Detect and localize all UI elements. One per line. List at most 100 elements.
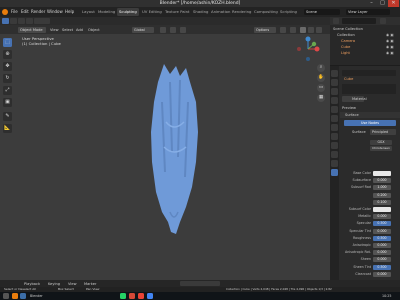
output-tab-icon[interactable] (331, 88, 338, 95)
overlay-icon[interactable] (280, 26, 286, 33)
rotate-tool-icon[interactable]: ↻ (3, 74, 12, 83)
minimize-button[interactable]: – (366, 0, 377, 7)
tab-scripting[interactable]: Scripting (278, 8, 299, 16)
object-tab-icon[interactable] (331, 124, 338, 131)
subsurface-method-selector[interactable]: Christensen (370, 146, 392, 151)
properties-search-input[interactable] (342, 70, 396, 76)
distribution-selector[interactable]: GGX (370, 140, 392, 145)
material-slot-list[interactable] (342, 84, 396, 94)
perspective-icon[interactable]: ▦ (317, 94, 325, 102)
property-value-field[interactable]: 0.000 (373, 214, 391, 220)
mode-selector[interactable]: Object Mode (18, 26, 46, 33)
use-nodes-button[interactable]: Use Nodes (344, 120, 396, 126)
outliner-item-light[interactable]: Light (341, 51, 350, 56)
property-value-field[interactable]: 0.500 (373, 221, 391, 227)
property-value-field[interactable] (373, 207, 391, 212)
property-value-field[interactable]: 0.000 (373, 243, 391, 248)
property-value-field[interactable]: 0.000 (373, 228, 391, 234)
shading-solid-icon[interactable] (300, 26, 306, 33)
close-button[interactable]: ✕ (388, 0, 399, 7)
move-tool-icon[interactable]: ✥ (3, 62, 12, 71)
property-value-field[interactable]: 0.100 (373, 199, 391, 205)
camera-view-icon[interactable]: ▭ (317, 84, 325, 92)
scale-tool-icon[interactable]: ⤢ (3, 86, 12, 95)
outliner-item-cube[interactable]: Cube (341, 45, 350, 50)
modifier-tab-icon[interactable] (331, 133, 338, 140)
menu-add[interactable]: Add (76, 27, 83, 33)
view-layer-tab-icon[interactable] (331, 97, 338, 104)
zoom-icon[interactable]: ⌕ (317, 64, 325, 72)
taskbar-app-label[interactable]: Blender (30, 293, 43, 299)
start-menu-icon[interactable] (3, 293, 9, 299)
tool-tab-icon[interactable] (331, 70, 338, 77)
outliner-item-collection[interactable]: Collection (337, 33, 355, 38)
tab-uv-editing[interactable]: UV Editing (140, 8, 164, 16)
pivot-icon[interactable] (160, 26, 166, 33)
shading-material-icon[interactable] (308, 26, 314, 33)
menu-edit[interactable]: Edit (21, 8, 29, 16)
menu-help[interactable]: Help (65, 8, 74, 16)
tab-animation[interactable]: Animation (209, 8, 232, 16)
tab-layout[interactable]: Layout (80, 8, 97, 16)
whatsapp-icon[interactable] (120, 293, 126, 299)
proportional-edit-icon[interactable] (180, 26, 186, 33)
timeline-playback-menu[interactable]: Playback (24, 281, 40, 287)
maximize-button[interactable]: □ (377, 0, 388, 7)
property-value-field[interactable]: 0.000 (373, 271, 391, 277)
menu-object[interactable]: Object (88, 27, 100, 33)
outliner-item-camera[interactable]: Camera (341, 39, 355, 44)
menu-render[interactable]: Render (31, 8, 45, 16)
visibility-eye-icon[interactable]: ◉ ▣ (386, 39, 394, 44)
select-box-icon[interactable] (10, 18, 17, 24)
timeline-keying-menu[interactable]: Keying (48, 281, 60, 287)
menu-view[interactable]: View (50, 27, 59, 33)
select-extend-icon[interactable] (18, 18, 25, 24)
menu-window[interactable]: Window (47, 8, 63, 16)
tab-texture-paint[interactable]: Texture Paint (163, 8, 192, 16)
tab-compositing[interactable]: Compositing (252, 8, 280, 16)
editor-type-icon[interactable] (2, 18, 9, 24)
material-tab-icon[interactable] (331, 169, 338, 176)
measure-tool-icon[interactable]: 📐 (3, 124, 12, 133)
menu-file[interactable]: File (11, 8, 18, 16)
physics-tab-icon[interactable] (331, 142, 338, 149)
annotate-tool-icon[interactable]: ✎ (3, 112, 12, 121)
property-value-field[interactable]: 1.000 (373, 185, 391, 191)
sculpted-mesh[interactable] (140, 62, 210, 242)
render-tab-icon[interactable] (331, 79, 338, 86)
menu-select[interactable]: Select (62, 27, 73, 33)
property-value-field[interactable]: 0.500 (373, 264, 391, 270)
blender-task-icon[interactable] (12, 293, 18, 299)
property-value-field[interactable]: 0.000 (373, 250, 391, 256)
tab-sculpting[interactable]: Sculpting (117, 8, 139, 16)
tab-modeling[interactable]: Modeling (96, 8, 117, 16)
select-tool-icon[interactable]: ⬚ (3, 38, 12, 47)
visibility-eye-icon[interactable]: ◉ ▣ (386, 45, 394, 50)
scene-selector[interactable]: Scene (304, 9, 340, 15)
transform-tool-icon[interactable]: ▣ (3, 98, 12, 107)
outliner-search-input[interactable] (342, 18, 376, 24)
pan-icon[interactable]: ✋ (317, 74, 325, 82)
blender-logo-icon[interactable] (2, 9, 8, 15)
tab-shading[interactable]: Shading (191, 8, 210, 16)
mail-icon[interactable] (138, 293, 144, 299)
filter-icon[interactable] (380, 18, 386, 24)
preview-panel-header[interactable]: Preview (342, 106, 356, 110)
data-tab-icon[interactable] (331, 160, 338, 167)
chrome-icon[interactable] (129, 293, 135, 299)
visibility-eye-icon[interactable]: ◉ ▣ (386, 51, 394, 56)
surface-shader-selector[interactable]: Principled (370, 129, 396, 135)
playback-controls[interactable] (180, 281, 220, 286)
timeline-view-menu[interactable]: View (68, 281, 77, 287)
property-value-field[interactable]: 0.000 (373, 257, 391, 263)
property-value-field[interactable]: 0.200 (373, 192, 391, 198)
timeline-marker-menu[interactable]: Marker (84, 281, 96, 287)
view-layer-selector[interactable]: View Layer (346, 9, 390, 15)
property-value-field[interactable] (373, 171, 391, 176)
property-value-field[interactable]: 0.500 (373, 235, 391, 241)
files-task-icon[interactable] (20, 293, 26, 299)
transform-orientation[interactable]: Global (132, 26, 154, 33)
shading-rendered-icon[interactable] (316, 26, 322, 33)
visibility-eye-icon[interactable]: ◉ ▣ (386, 33, 394, 38)
constraints-tab-icon[interactable] (331, 151, 338, 158)
